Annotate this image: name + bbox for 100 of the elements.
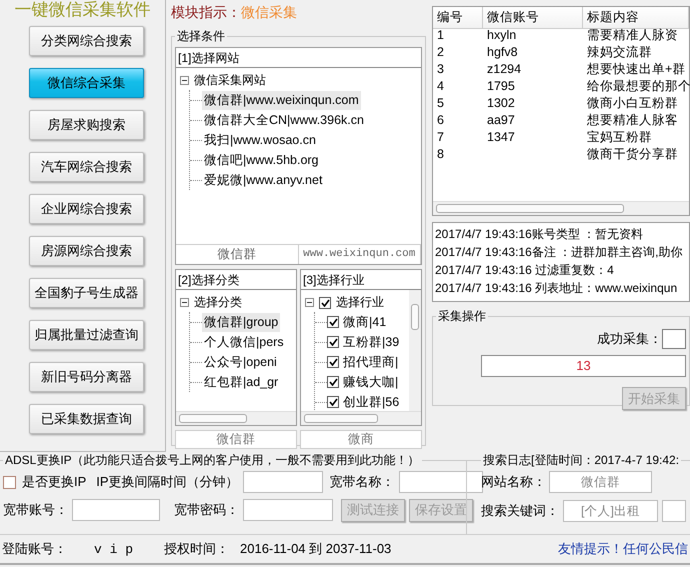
nav-button[interactable]: 房屋求购搜索 [29, 110, 144, 140]
notice-text: 友情提示！任何公民信 [558, 540, 688, 558]
checkbox[interactable] [327, 396, 339, 408]
license-label: 授权时间： [164, 540, 230, 558]
horizontal-scrollbar[interactable] [301, 411, 421, 425]
nav-button[interactable]: 企业网综合搜索 [29, 194, 144, 224]
tree-item[interactable]: 微信吧|www.5hb.org [202, 150, 321, 170]
keyword-label: 搜索关键词： [481, 502, 559, 520]
tree-item[interactable]: 爱妮微|www.anyv.net [202, 170, 324, 190]
tree-item[interactable]: 招代理商| [341, 352, 400, 372]
table-cell-text: 需要精准人脉资 [586, 27, 679, 44]
group-legend: 选择条件 [177, 29, 225, 43]
keyword-field: [个人]出租 [563, 500, 658, 522]
table-cell-text: hxyln [486, 27, 518, 44]
name-label: 宽带名称： [330, 473, 395, 491]
industry-value: 微商 [300, 430, 422, 449]
checkbox[interactable] [3, 476, 16, 488]
group-legend: 搜索日志[登陆时间：2017-4-7 19:42: [483, 453, 680, 467]
nav-button[interactable]: 微信综合采集 [29, 68, 144, 98]
table-cell-text: 1347 [486, 129, 516, 146]
account-label: 宽带账号： [3, 501, 68, 519]
tree-item[interactable]: 互粉群|39 [341, 332, 402, 352]
interval-label: IP更换间隔时间（分钟） [96, 473, 239, 491]
horizontal-scrollbar[interactable] [433, 201, 689, 215]
table-cell-text: hgfv8 [486, 44, 519, 61]
table-cell-text: 宝妈互粉群 [586, 129, 653, 146]
table-cell-text: 微商小白互粉群 [586, 95, 679, 112]
tree-item[interactable]: 微信群|group [202, 312, 280, 332]
extra-field [662, 500, 686, 522]
category-value: 微信群 [175, 430, 297, 449]
password-field[interactable] [243, 499, 333, 521]
nav-button[interactable]: 新旧号码分离器 [29, 362, 144, 392]
tree-node[interactable]: 微信采集网站 [194, 72, 266, 89]
checkbox[interactable] [327, 336, 339, 348]
footer-cell: www.weixinqun.com [298, 245, 421, 264]
tree-item[interactable]: 公众号|openi [202, 352, 279, 372]
nav-button[interactable]: 分类网综合搜索 [29, 26, 144, 56]
table-cell-text: 7 [436, 129, 445, 146]
count-field: 13 [481, 355, 686, 377]
checkbox[interactable] [319, 296, 331, 308]
tree-item[interactable]: 微商|41 [341, 312, 388, 332]
table-cell-text: 5 [436, 95, 445, 112]
nav-button[interactable]: 全国豹子号生成器 [29, 278, 144, 308]
nav-button[interactable]: 已采集数据查询 [29, 404, 144, 434]
password-label: 宽带密码： [174, 501, 239, 519]
tree-item[interactable]: 微信群|www.weixinqun.com [202, 90, 361, 110]
table-cell-text: 1302 [486, 95, 516, 112]
nav-button[interactable]: 归属批量过滤查询 [29, 320, 144, 350]
tree-item[interactable]: 我扫|www.wosao.cn [202, 130, 318, 150]
tree-node[interactable]: 选择分类 [194, 294, 242, 311]
checkbox-label: 是否更换IP [22, 473, 86, 491]
tree-item[interactable]: 赚钱大咖| [341, 372, 400, 392]
log-line: 2017/4/7 19:43:16 过滤重复数：4 [435, 262, 615, 279]
column-header[interactable]: 微信账号 [483, 7, 583, 29]
table-cell-text: 6 [436, 112, 445, 129]
collapse-icon[interactable] [180, 298, 189, 307]
table-cell-text: 想要精准人脉客 [586, 112, 679, 129]
table-cell-text: 微商干货分享群 [586, 146, 679, 163]
tree-item[interactable]: 微信群大全CN|www.396k.cn [202, 110, 366, 130]
nav-button[interactable]: 汽车网综合搜索 [29, 152, 144, 182]
footer-cell: 微信群 [176, 245, 298, 264]
group-legend: 采集操作 [438, 309, 486, 323]
account-value: v i p [94, 542, 134, 556]
tree-node[interactable]: 选择行业 [336, 294, 384, 311]
site-label: 网站名称： [481, 473, 545, 491]
module-label: 模块指示： [171, 4, 241, 22]
table-cell-text: 3 [436, 61, 445, 78]
success-label: 成功采集： [597, 330, 662, 348]
checkbox[interactable] [327, 376, 339, 388]
name-field[interactable] [398, 471, 483, 493]
column-header[interactable]: 标题内容 [583, 7, 689, 29]
table-cell-text: 2 [436, 44, 445, 61]
table-cell-text: 1 [436, 27, 445, 44]
checkbox[interactable] [327, 316, 339, 328]
site-field: 微信群 [549, 471, 652, 493]
log-line: 2017/4/7 19:43:16账号类型 ：暂无资料 [435, 226, 644, 243]
account-label: 登陆账号： [2, 540, 68, 558]
table-cell-text: 4 [436, 78, 445, 95]
table-cell-text: 想要快速出单+群 [586, 61, 686, 78]
horizontal-scrollbar[interactable] [176, 411, 296, 425]
collapse-icon[interactable] [180, 76, 189, 85]
collapse-icon[interactable] [305, 298, 314, 307]
success-field[interactable] [662, 329, 686, 349]
account-field[interactable] [72, 499, 160, 521]
tree-item[interactable]: 红包群|ad_gr [202, 372, 280, 392]
interval-field[interactable] [242, 471, 323, 493]
vertical-scrollbar[interactable] [409, 290, 421, 411]
license-value: 2016-11-04 到 2037-11-03 [240, 540, 392, 558]
module-name: 微信采集 [241, 4, 297, 22]
group-legend: ADSL更换IP（此功能只适合拨号上网的客户使用，一般不需要用到此功能！） [5, 453, 420, 467]
nav-button[interactable]: 房源网综合搜索 [29, 236, 144, 266]
log-line: 2017/4/7 19:43:16 列表地址：www.weixinqun [435, 280, 678, 297]
tree-item[interactable]: 个人微信|pers [202, 332, 286, 352]
table-cell-text: 辣妈交流群 [586, 44, 653, 61]
app-title: 一键微信采集软件 [14, 0, 150, 21]
checkbox[interactable] [327, 356, 339, 368]
table-cell-text: 1795 [486, 78, 516, 95]
column-header[interactable]: 编号 [433, 7, 483, 29]
table-cell-text: aa97 [486, 112, 516, 129]
tree-item[interactable]: 创业群|56 [341, 392, 402, 411]
